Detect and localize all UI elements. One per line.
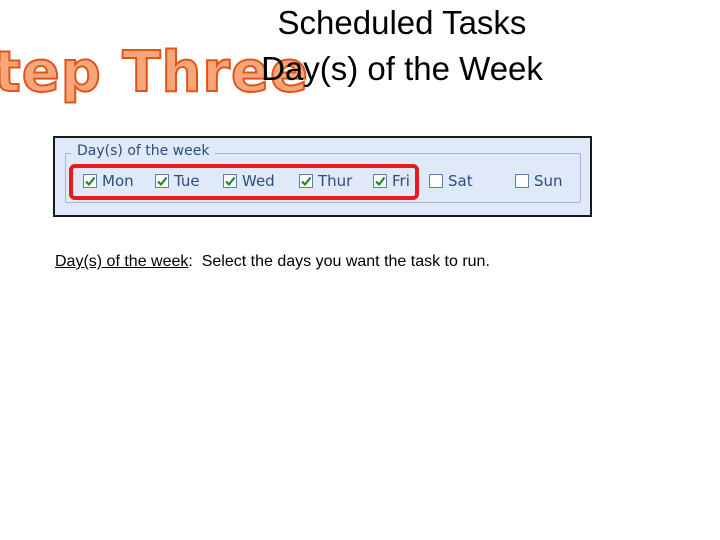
mon-label: Mon [102,172,134,190]
tue-label: Tue [174,172,200,190]
sun-label: Sun [534,172,563,190]
day-option-sat[interactable]: Sat [429,171,473,191]
checkmark-icon [301,176,312,187]
fri-label: Fri [392,172,410,190]
slide-title-line-2: Day(s) of the Week [261,50,543,87]
day-option-fri[interactable]: Fri [373,171,410,191]
checkmark-icon [157,176,168,187]
mon-checkbox[interactable] [83,174,97,188]
tue-checkbox[interactable] [155,174,169,188]
checkmark-icon [375,176,386,187]
day-option-thur[interactable]: Thur [299,171,352,191]
sat-label: Sat [448,172,473,190]
slide-title-line-1: Scheduled Tasks [277,4,527,41]
checkmark-icon [225,176,236,187]
sun-checkbox[interactable] [515,174,529,188]
thur-checkbox[interactable] [299,174,313,188]
wed-label: Wed [242,172,275,190]
day-option-mon[interactable]: Mon [83,171,134,191]
day-option-tue[interactable]: Tue [155,171,200,191]
wed-checkbox[interactable] [223,174,237,188]
day-option-wed[interactable]: Wed [223,171,275,191]
caption: Day(s) of the week: Select the days you … [55,252,490,272]
checkmark-icon [85,176,96,187]
days-of-week-legend: Day(s) of the week [71,142,216,160]
caption-text: Select the days you want the task to run… [192,253,490,270]
fri-checkbox[interactable] [373,174,387,188]
days-of-week-panel: Day(s) of the week Mon Tue Wed Thur Fri … [53,136,592,217]
sat-checkbox[interactable] [429,174,443,188]
caption-term: Day(s) of the week [55,253,189,270]
slide-title: Scheduled Tasks Day(s) of the Week [232,0,572,92]
thur-label: Thur [318,172,353,190]
day-option-sun[interactable]: Sun [515,171,563,191]
